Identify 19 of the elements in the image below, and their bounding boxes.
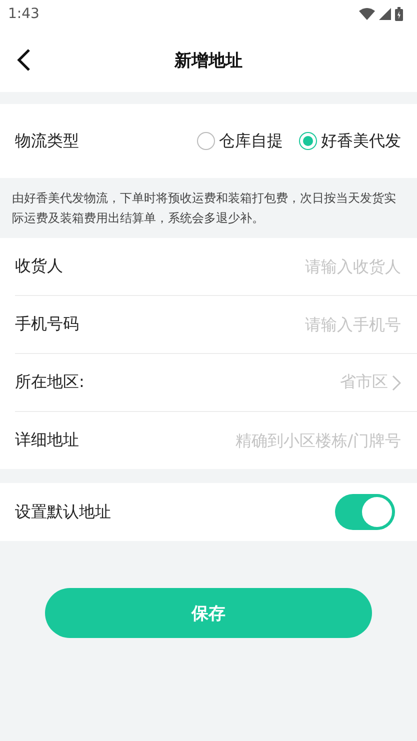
radio-option[interactable]: 仓库自提 xyxy=(197,130,283,152)
input-field[interactable]: 请输入手机号 xyxy=(125,315,401,334)
radio-option[interactable]: 好香美代发 xyxy=(299,130,401,152)
toggle-switch[interactable] xyxy=(335,494,395,530)
field-label: 手机号码 xyxy=(15,314,80,335)
chevron-right-icon xyxy=(392,374,401,390)
field-label: 详细地址 xyxy=(15,430,80,451)
battery-icon xyxy=(395,7,403,21)
field-label: 所在地区: xyxy=(15,372,86,393)
notice-text: 由好香美代发物流，下单时将预收运费和装箱打包费，次日按当天发货实际运费及装箱费用出结算单，系统会多退少补。 xyxy=(12,190,397,227)
page-title: 新增地址 xyxy=(174,50,242,72)
field-label: 收货人 xyxy=(15,256,64,277)
input-field[interactable]: 精确到小区楼栋/门牌号 xyxy=(125,431,401,450)
input-field[interactable]: 请输入收货人 xyxy=(125,257,401,276)
default-address-label: 设置默认地址 xyxy=(15,502,112,522)
logistics-label: 物流类型 xyxy=(15,130,80,152)
status-time: 1:43 xyxy=(8,6,40,22)
wifi-icon xyxy=(359,8,375,20)
signal-icon xyxy=(379,8,391,20)
